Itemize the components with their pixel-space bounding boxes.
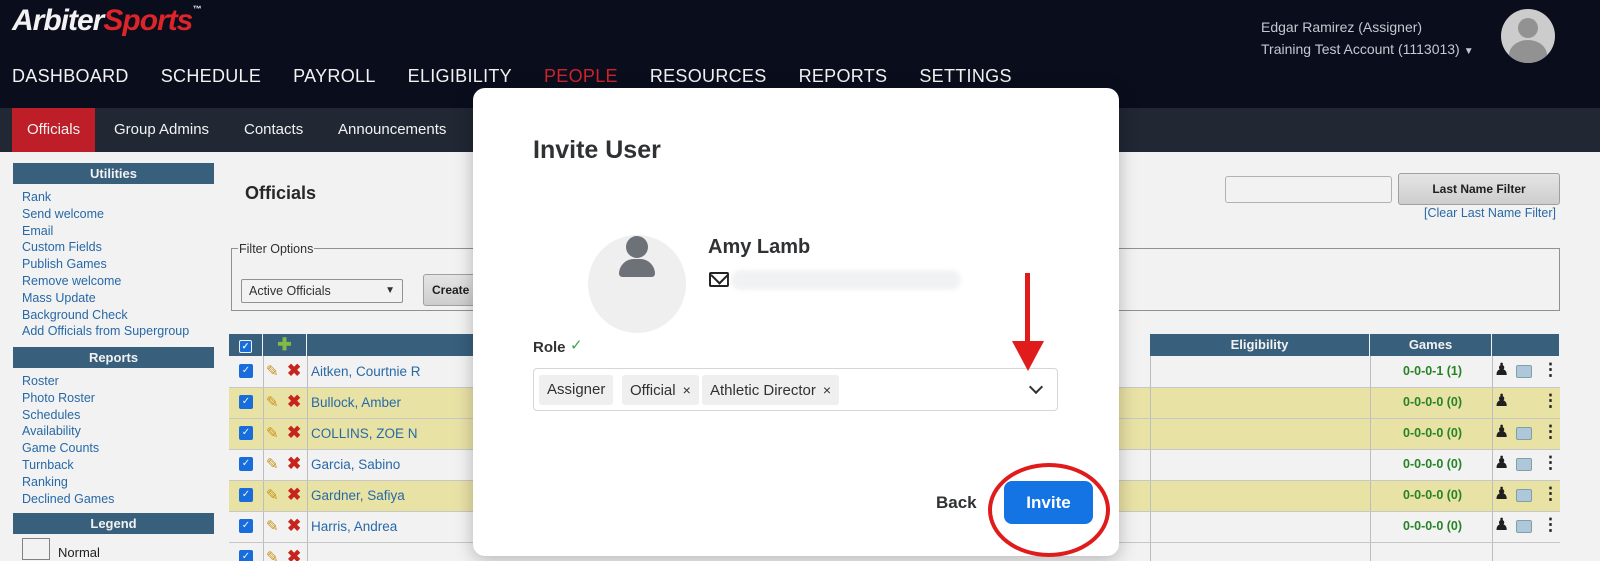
annotation-arrow-shaft bbox=[1025, 273, 1030, 345]
modal-title: Invite User bbox=[533, 136, 661, 164]
annotation-arrow-head bbox=[1012, 341, 1044, 371]
check-icon: ✓ bbox=[570, 337, 583, 354]
role-tag-label: Athletic Director bbox=[710, 382, 816, 399]
role-tag-athletic-director: Athletic Director × bbox=[702, 375, 840, 405]
remove-tag-icon[interactable]: × bbox=[823, 382, 831, 398]
person-body-icon bbox=[619, 259, 655, 277]
person-head-icon bbox=[626, 236, 648, 258]
chevron-down-icon[interactable] bbox=[1028, 379, 1044, 395]
role-tag-label: Assigner bbox=[547, 381, 606, 398]
remove-tag-icon[interactable]: × bbox=[683, 382, 691, 398]
role-multiselect[interactable]: Assigner Official × Athletic Director × bbox=[533, 368, 1058, 411]
role-tag-label: Official bbox=[630, 382, 676, 399]
user-avatar-placeholder bbox=[588, 235, 686, 333]
annotation-circle bbox=[988, 463, 1110, 557]
redacted-email bbox=[731, 270, 961, 290]
back-button[interactable]: Back bbox=[936, 493, 977, 513]
invitee-name: Amy Lamb bbox=[708, 236, 811, 258]
role-tag-official: Official × bbox=[622, 375, 699, 405]
role-tag-assigner: Assigner bbox=[539, 375, 614, 405]
role-label: Role bbox=[533, 339, 566, 356]
envelope-icon bbox=[709, 272, 729, 287]
